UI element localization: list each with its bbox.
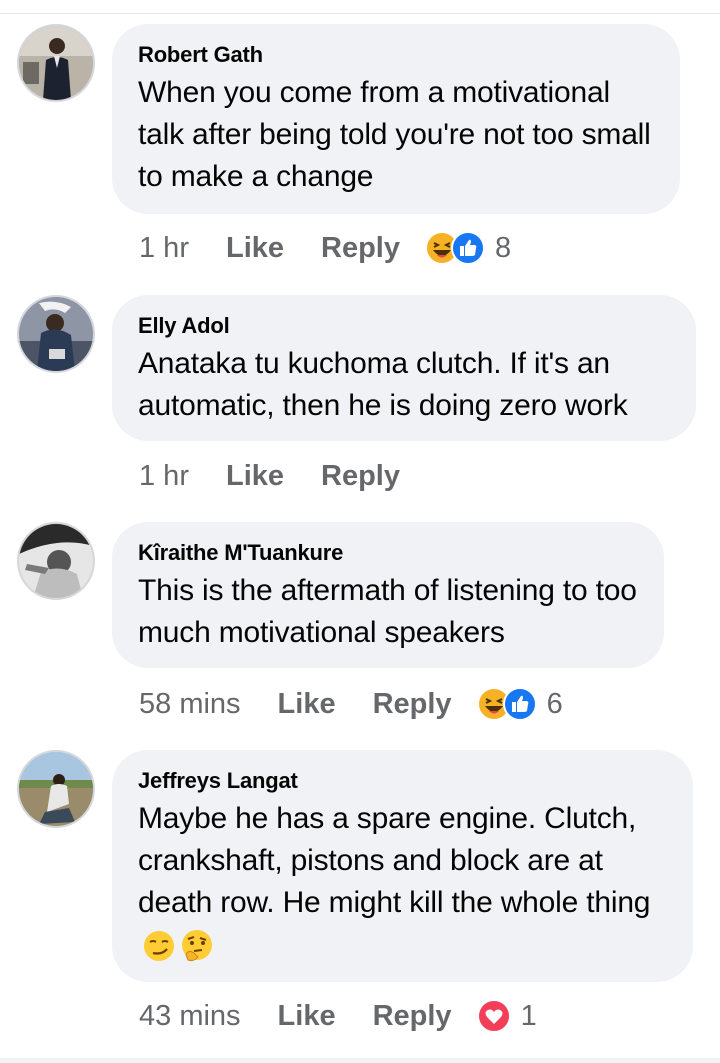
avatar[interactable] [17,295,95,373]
avatar[interactable] [17,24,95,102]
comment-bubble: Kîraithe M'Tuankure This is the aftermat… [112,522,664,668]
reaction-count: 6 [546,687,563,720]
love-icon [476,999,511,1033]
comment-text: This is the aftermath of listening to to… [138,574,637,649]
comment-meta: 58 mins Like Reply 6 [139,684,563,724]
reaction-summary[interactable]: 8 [425,231,511,265]
comment-author[interactable]: Robert Gath [138,42,654,68]
like-button[interactable]: Like [226,460,284,493]
comment-meta: 1 hr Like Reply 8 [139,228,511,268]
comment-author[interactable]: Kîraithe M'Tuankure [138,540,638,566]
avatar[interactable] [17,750,95,828]
reply-button[interactable]: Reply [321,232,400,265]
smirk-emoji-icon [142,929,176,963]
top-divider [0,13,720,14]
comment-author[interactable]: Jeffreys Langat [138,768,667,794]
like-icon [502,687,537,721]
like-button[interactable]: Like [278,1000,336,1033]
comment-time[interactable]: 1 hr [139,232,189,265]
reaction-summary[interactable]: 6 [476,687,563,721]
bottom-divider [0,1058,720,1063]
comment-text: Anataka tu kuchoma clutch. If it's an au… [138,347,628,422]
like-button[interactable]: Like [226,232,284,265]
comment-text: When you come from a motivational talk a… [138,76,651,193]
comment-bubble: Jeffreys Langat Maybe he has a spare eng… [112,750,693,982]
like-icon [451,231,485,265]
comment-time[interactable]: 1 hr [139,460,189,493]
reply-button[interactable]: Reply [373,688,452,721]
reply-button[interactable]: Reply [321,460,400,493]
comment-meta: 43 mins Like Reply 1 [139,996,537,1036]
comment-bubble: Elly Adol Anataka tu kuchoma clutch. If … [112,295,696,441]
comment-text-body: Maybe he has a spare engine. Clutch, cra… [138,802,651,919]
thinking-emoji-icon [180,929,214,963]
reply-button[interactable]: Reply [373,1000,452,1033]
like-button[interactable]: Like [278,688,336,721]
reaction-summary[interactable]: 1 [476,999,537,1033]
comment-text: Maybe he has a spare engine. Clutch, cra… [138,798,667,966]
comment-time[interactable]: 58 mins [139,688,241,721]
comment-meta: 1 hr Like Reply [139,456,437,496]
reaction-count: 1 [520,999,537,1032]
avatar[interactable] [17,522,95,600]
reaction-count: 8 [495,231,512,264]
comment-bubble: Robert Gath When you come from a motivat… [112,24,680,214]
comment-author[interactable]: Elly Adol [138,313,670,339]
comment-time[interactable]: 43 mins [139,1000,241,1033]
